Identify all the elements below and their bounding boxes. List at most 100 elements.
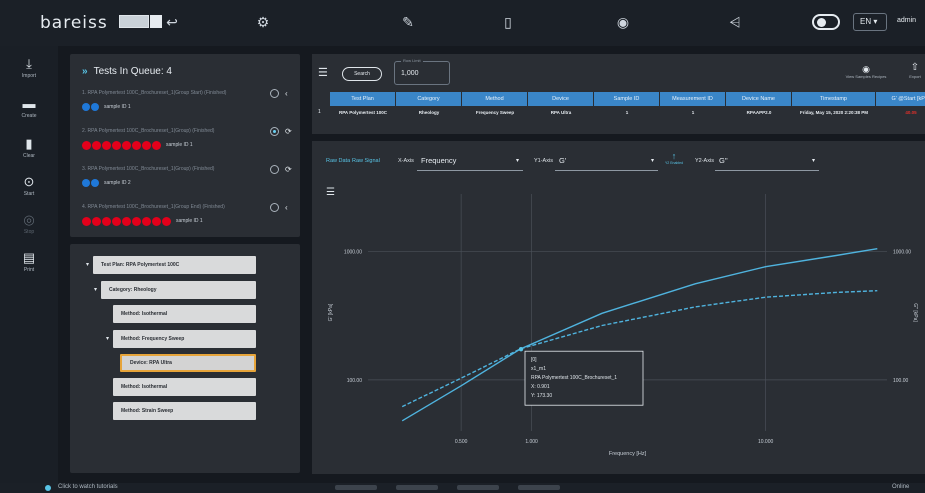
eye-icon: ◉ <box>862 64 870 74</box>
rail-clear-button[interactable]: ▮ Clear <box>0 136 58 170</box>
export-label: Export <box>909 74 921 79</box>
document-icon[interactable]: ▯ <box>498 12 518 32</box>
y2-axis-title: G'' [kPa] <box>912 303 918 322</box>
test-plan-tree: ▾ Test Plan: RPA Polymertest 100C ▾ Cate… <box>70 244 300 473</box>
tree-node-test-plan[interactable]: Test Plan: RPA Polymertest 100C <box>93 256 256 274</box>
sample-id-label: sample ID 1 <box>176 218 203 224</box>
sample-dot <box>82 140 91 150</box>
theme-toggle[interactable] <box>812 14 840 30</box>
queue-item[interactable]: 1. RPA Polymertest 100C_Brochureset_1(Gr… <box>82 88 297 99</box>
queue-title-text: Tests In Queue: 4 <box>93 66 172 77</box>
sample-id-label: sample ID 2 <box>104 180 131 186</box>
collapse-icon[interactable]: ▾ <box>86 261 89 268</box>
sample-dot <box>82 103 90 111</box>
column-header[interactable]: Category <box>396 92 462 106</box>
chevron-left-icon[interactable]: ‹ <box>285 202 288 213</box>
filter-icon[interactable]: ☰ <box>318 66 328 79</box>
sample-dot <box>132 216 141 226</box>
tree-node-method-strain-sweep[interactable]: Method: Strain Sweep <box>113 402 256 420</box>
folder-icon: ▬ <box>22 96 36 111</box>
tree-node-method-isothermal-2[interactable]: Method: Isothermal <box>113 378 256 396</box>
gear-icon[interactable]: ⚙ <box>253 12 273 32</box>
column-header[interactable]: Method <box>462 92 528 106</box>
tree-node-category[interactable]: Category: Rheology <box>101 281 256 299</box>
queue-item-radio[interactable] <box>270 127 279 136</box>
column-header[interactable]: Test Plan <box>330 92 396 106</box>
table-row[interactable]: RPA Polymertest 100C Rheology Frequency Sw… <box>330 107 925 118</box>
sample-dot <box>152 140 161 150</box>
status-segment <box>518 485 560 490</box>
queue-item[interactable]: 4. RPA Polymertest 100C_Brochureset_1(Gr… <box>82 202 297 213</box>
status-segment <box>457 485 499 490</box>
stop-icon: ◎ <box>23 212 35 227</box>
tree-node-method-frequency-sweep[interactable]: Method: Frequency Sweep <box>113 330 256 348</box>
analytics-icon[interactable]: ⩤ <box>725 12 745 32</box>
wrench-icon[interactable]: ✎ <box>398 12 418 32</box>
table-cell: RPAAPP2.0 <box>746 110 772 115</box>
status-bar: Click to watch tutorials Online <box>0 483 925 493</box>
refresh-icon[interactable]: ⟳ <box>285 126 292 137</box>
sample-dot <box>91 179 99 187</box>
queue-item-radio[interactable] <box>270 203 279 212</box>
column-header[interactable]: Device <box>528 92 594 106</box>
column-header[interactable]: G' @Start [kPa] <box>876 92 925 106</box>
rail-import-button[interactable]: ⤓ Import <box>0 56 58 90</box>
column-header[interactable]: Timestamp <box>792 92 876 106</box>
status-segment <box>335 485 377 490</box>
view-samples-button[interactable]: ◉ View Samples Recipes <box>837 64 895 79</box>
sample-dot <box>82 179 90 187</box>
brand-badge-mark <box>150 15 162 28</box>
collapse-icon[interactable]: ▾ <box>106 335 109 342</box>
rail-start-button[interactable]: ⊙ Start <box>0 174 58 208</box>
language-value: EN <box>860 17 872 26</box>
sample-positions: sample ID 1 <box>82 139 193 151</box>
frequency-chart[interactable]: 0.500 1.000 10.000 100.00 1000.00 100.00 1000.… <box>312 141 925 474</box>
tree-node-device[interactable]: Device: RPA Ultra <box>120 354 256 372</box>
tutorials-link[interactable]: Click to watch tutorials <box>58 484 118 490</box>
user-name[interactable]: admin <box>897 17 916 24</box>
status-segment <box>396 485 438 490</box>
refresh-icon[interactable]: ⟳ <box>285 164 292 175</box>
search-button[interactable]: Search <box>342 67 382 81</box>
export-button[interactable]: ⇧ Export <box>905 62 925 79</box>
rail-create-button[interactable]: ▬ Create <box>0 96 58 130</box>
play-circle-icon[interactable]: ◉ <box>613 12 633 32</box>
rail-print-button[interactable]: ▤ Print <box>0 250 58 284</box>
left-rail: ⤓ Import ▬ Create ▮ Clear ⊙ Start ◎ Stop… <box>0 46 58 483</box>
rail-stop-button[interactable]: ◎ Stop <box>0 212 58 246</box>
double-chevron-icon[interactable]: » <box>82 66 87 77</box>
collapse-icon[interactable]: ▾ <box>94 286 97 293</box>
tooltip-line: Y: 173.30 <box>531 393 552 399</box>
queue-item-radio[interactable] <box>270 89 279 98</box>
tooltip-point[interactable] <box>518 347 524 352</box>
row-limit-field[interactable]: Row Limit 1,000 <box>394 58 450 85</box>
back-arrow-icon[interactable]: ↩ <box>162 12 182 32</box>
x-tick-label: 10.000 <box>758 439 774 445</box>
column-header[interactable]: Sample ID <box>594 92 660 106</box>
column-header[interactable]: Device Name <box>726 92 792 106</box>
queue-item[interactable]: 2. RPA Polymertest 100C_Brochureset_1(Gr… <box>82 126 297 137</box>
tree-node-method-isothermal[interactable]: Method: Isothermal <box>113 305 256 323</box>
results-table-panel: ☰ Search Row Limit 1,000 ◉ View Samples … <box>312 54 925 134</box>
sample-id-label: sample ID 1 <box>166 142 193 148</box>
column-header[interactable]: Measurement ID <box>660 92 726 106</box>
export-icon: ⇧ <box>910 62 920 73</box>
y-axis-title: G' [kPa] <box>328 303 334 321</box>
language-select[interactable]: EN ▾ <box>853 13 887 31</box>
rail-label: Clear <box>23 153 35 159</box>
table-cell: 1 <box>625 110 629 115</box>
sample-dot <box>142 216 151 226</box>
row-limit-label: Row Limit <box>401 58 423 63</box>
top-bar: bareiss ↩ ⚙ ✎ ▯ ◉ ⩤ EN ▾ admin <box>0 0 925 46</box>
sample-dot <box>102 216 111 226</box>
sample-dot <box>122 216 131 226</box>
x-tick-label: 0.500 <box>455 439 468 445</box>
queue-item-radio[interactable] <box>270 165 279 174</box>
rail-label: Stop <box>23 229 35 235</box>
queue-item-name: 4. RPA Polymertest 100C_Brochureset_1(Gr… <box>82 204 225 210</box>
chevron-left-icon[interactable]: ‹ <box>285 88 288 99</box>
row-number: 1 <box>318 109 321 115</box>
queue-item[interactable]: 3. RPA Polymertest 100C_Brochureset_1(Gr… <box>82 164 297 175</box>
tooltip-line: X: 0.901 <box>531 384 550 390</box>
sample-id-label: sample ID 1 <box>104 104 131 110</box>
